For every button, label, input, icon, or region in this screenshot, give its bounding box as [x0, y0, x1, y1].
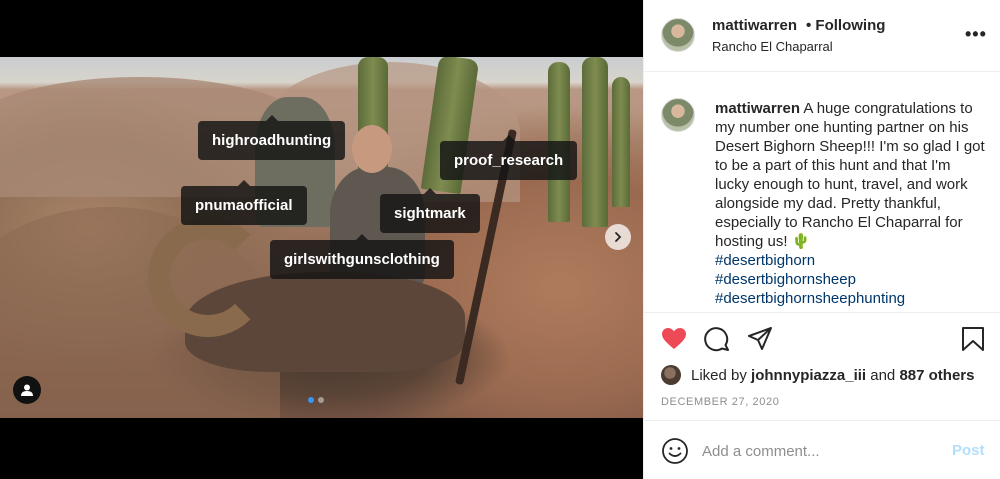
post-header: mattiwarren • Following Rancho El Chapar…	[644, 0, 1000, 72]
photo-tag-proof-research[interactable]: proof_research	[440, 135, 578, 180]
hashtag-link[interactable]: #desertbighornsheep	[715, 270, 985, 289]
comment-input[interactable]	[702, 437, 932, 465]
post-actions	[644, 318, 1000, 362]
comment-icon	[704, 327, 729, 352]
photo-tag-pnumaofficial[interactable]: pnumaofficial	[181, 180, 307, 225]
save-button[interactable]	[958, 324, 988, 354]
carousel-dot	[318, 397, 324, 403]
photo-tag-girlswithgunsclothing[interactable]: girlswithgunsclothing	[270, 234, 454, 279]
post-media: highroadhunting proof_research pnumaoffi…	[0, 0, 643, 479]
author-username[interactable]: mattiwarren	[712, 17, 797, 34]
more-options-icon[interactable]: •••	[965, 24, 987, 45]
post-caption: mattiwarren A huge congratulations to my…	[715, 99, 985, 308]
caption-text: A huge congratulations to my number one …	[715, 100, 985, 250]
ram-horn	[148, 217, 268, 337]
carousel-next-button[interactable]	[605, 224, 631, 250]
author-avatar[interactable]	[661, 18, 695, 52]
post-side-panel: mattiwarren • Following Rancho El Chapar…	[643, 0, 1000, 479]
liker-username[interactable]: johnnypiazza_iii	[751, 367, 866, 384]
caption-username[interactable]: mattiwarren	[715, 100, 800, 117]
hashtag-link[interactable]: #desertbighorn	[715, 251, 985, 270]
liker-avatar[interactable]	[661, 365, 681, 385]
paper-plane-icon	[748, 327, 772, 350]
following-status[interactable]: • Following	[806, 17, 885, 34]
face	[352, 125, 392, 173]
emoji-icon[interactable]	[661, 437, 689, 465]
user-tags-button[interactable]	[13, 376, 41, 404]
comment-button[interactable]	[702, 324, 732, 354]
caption-area: mattiwarren A huge congratulations to my…	[644, 73, 1000, 313]
like-button[interactable]	[659, 324, 689, 354]
user-tag-icon	[21, 384, 33, 396]
add-comment-bar: Post	[644, 420, 1000, 479]
photo-tag-highroadhunting[interactable]: highroadhunting	[198, 115, 346, 160]
cactus	[612, 77, 630, 207]
likes-prefix: Liked by	[691, 366, 747, 384]
bookmark-icon	[962, 327, 984, 351]
post-date[interactable]: DECEMBER 27, 2020	[661, 396, 779, 408]
heart-icon	[662, 328, 686, 349]
chevron-right-icon	[615, 232, 622, 242]
carousel-indicator	[308, 397, 324, 403]
share-button[interactable]	[745, 324, 775, 354]
post-photo[interactable]: highroadhunting proof_research pnumaoffi…	[0, 57, 643, 418]
likes-count[interactable]: 887 others	[899, 367, 974, 384]
cactus	[582, 57, 608, 227]
likes-mid: and	[870, 366, 896, 384]
carousel-dot-active	[308, 397, 314, 403]
caption-author-avatar[interactable]	[661, 98, 695, 132]
likes-summary: Liked by johnnypiazza_iii and 887 others	[661, 364, 975, 386]
post-location[interactable]: Rancho El Chaparral	[712, 39, 833, 54]
hashtag-link[interactable]: #desertbighornsheephunting	[715, 289, 985, 308]
photo-tag-sightmark[interactable]: sightmark	[380, 188, 480, 233]
post-comment-button[interactable]: Post	[952, 442, 985, 459]
